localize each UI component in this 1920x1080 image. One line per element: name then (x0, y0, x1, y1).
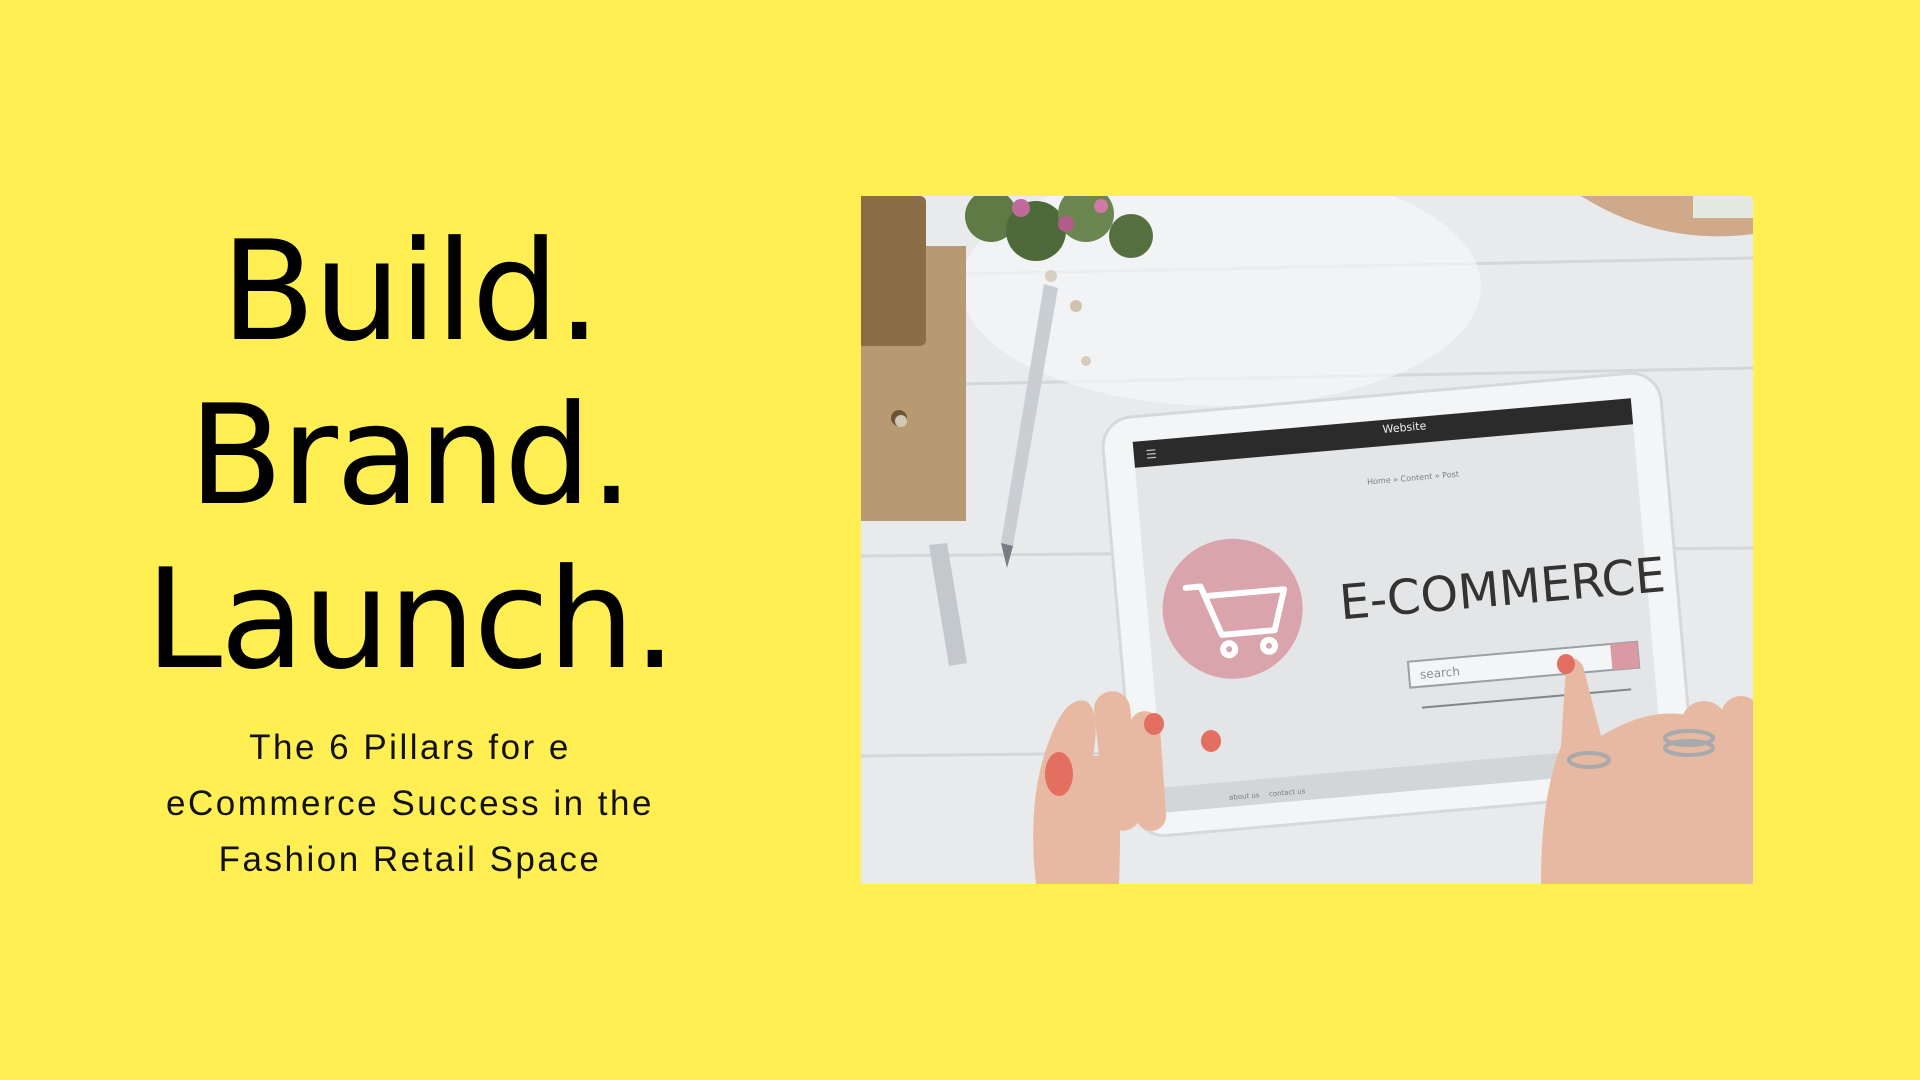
headline-line-launch: Launch. (145, 539, 677, 700)
headline-line-build: Build. (220, 211, 601, 372)
search-button-icon (1610, 641, 1640, 670)
subtitle-line-3: Fashion Retail Space (218, 840, 602, 879)
notebook (861, 196, 926, 346)
slide-background: Build. Brand. Launch. The 6 Pillars for … (0, 0, 1920, 1080)
headline-line-brand: Brand. (188, 375, 634, 536)
subtitle: The 6 Pillars for e eCommerce Success in… (110, 720, 710, 888)
subtitle-line-2: eCommerce Success in the (166, 784, 654, 823)
headline: Build. Brand. Launch. (80, 210, 740, 702)
tray (1693, 196, 1753, 218)
photo-illustration: Website ☰ Home » Content » Post E-COMMER… (861, 196, 1753, 884)
menu-icon: ☰ (1145, 447, 1157, 462)
subtitle-line-1: The 6 Pillars for e (249, 728, 571, 767)
hero-photo: Website ☰ Home » Content » Post E-COMMER… (861, 196, 1753, 884)
